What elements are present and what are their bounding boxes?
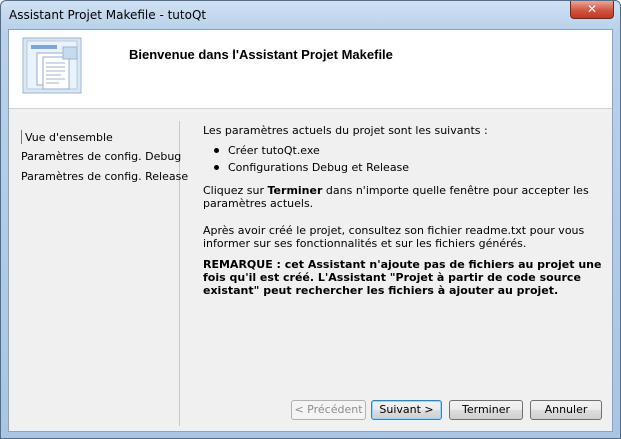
bullet-icon	[214, 165, 219, 170]
list-item: Configurations Debug et Release	[203, 159, 603, 176]
title-bar[interactable]: Assistant Projet Makefile - tutoQt ✕	[1, 1, 620, 29]
wizard-pages-icon	[22, 37, 82, 94]
wizard-window: Assistant Projet Makefile - tutoQt ✕ Bie…	[0, 0, 621, 439]
wizard-nav: Vue d'ensemble Paramètres de config. Deb…	[21, 121, 188, 426]
next-button[interactable]: Suivant >	[371, 400, 442, 420]
settings-list: Créer tutoQt.exe Configurations Debug et…	[203, 142, 603, 176]
finish-text-bold: Terminer	[267, 184, 323, 197]
wizard-client-area: Bienvenue dans l'Assistant Projet Makefi…	[8, 29, 613, 432]
wizard-content: Les paramètres actuels du projet sont le…	[203, 124, 603, 297]
wizard-body: Vue d'ensemble Paramètres de config. Deb…	[9, 109, 612, 431]
finish-instructions: Cliquez sur Terminer dans n'importe quel…	[203, 184, 603, 210]
window-title: Assistant Projet Makefile - tutoQt	[9, 8, 207, 22]
nav-item-debug-settings[interactable]: Paramètres de config. Debug	[21, 150, 181, 163]
wizard-header: Bienvenue dans l'Assistant Projet Makefi…	[9, 30, 612, 109]
finish-button[interactable]: Terminer	[449, 400, 523, 420]
intro-text: Les paramètres actuels du projet sont le…	[203, 124, 488, 137]
header-title: Bienvenue dans l'Assistant Projet Makefi…	[129, 47, 393, 62]
bullet-icon	[214, 148, 219, 153]
list-item: Créer tutoQt.exe	[203, 142, 603, 159]
close-icon: ✕	[586, 2, 598, 16]
cancel-button[interactable]: Annuler	[530, 400, 602, 420]
close-button[interactable]: ✕	[570, 1, 614, 19]
nav-item-release-settings[interactable]: Paramètres de config. Release	[21, 170, 188, 183]
list-item-label: Créer tutoQt.exe	[228, 144, 320, 157]
after-creation-text: Après avoir créé le projet, consultez so…	[203, 224, 585, 250]
previous-button[interactable]: < Précédent	[291, 400, 366, 420]
nav-item-overview[interactable]: Vue d'ensemble	[21, 130, 113, 144]
finish-text-pre: Cliquez sur	[203, 184, 268, 197]
list-item-label: Configurations Debug et Release	[228, 161, 410, 174]
note-text: REMARQUE : cet Assistant n'ajoute pas de…	[203, 258, 602, 297]
